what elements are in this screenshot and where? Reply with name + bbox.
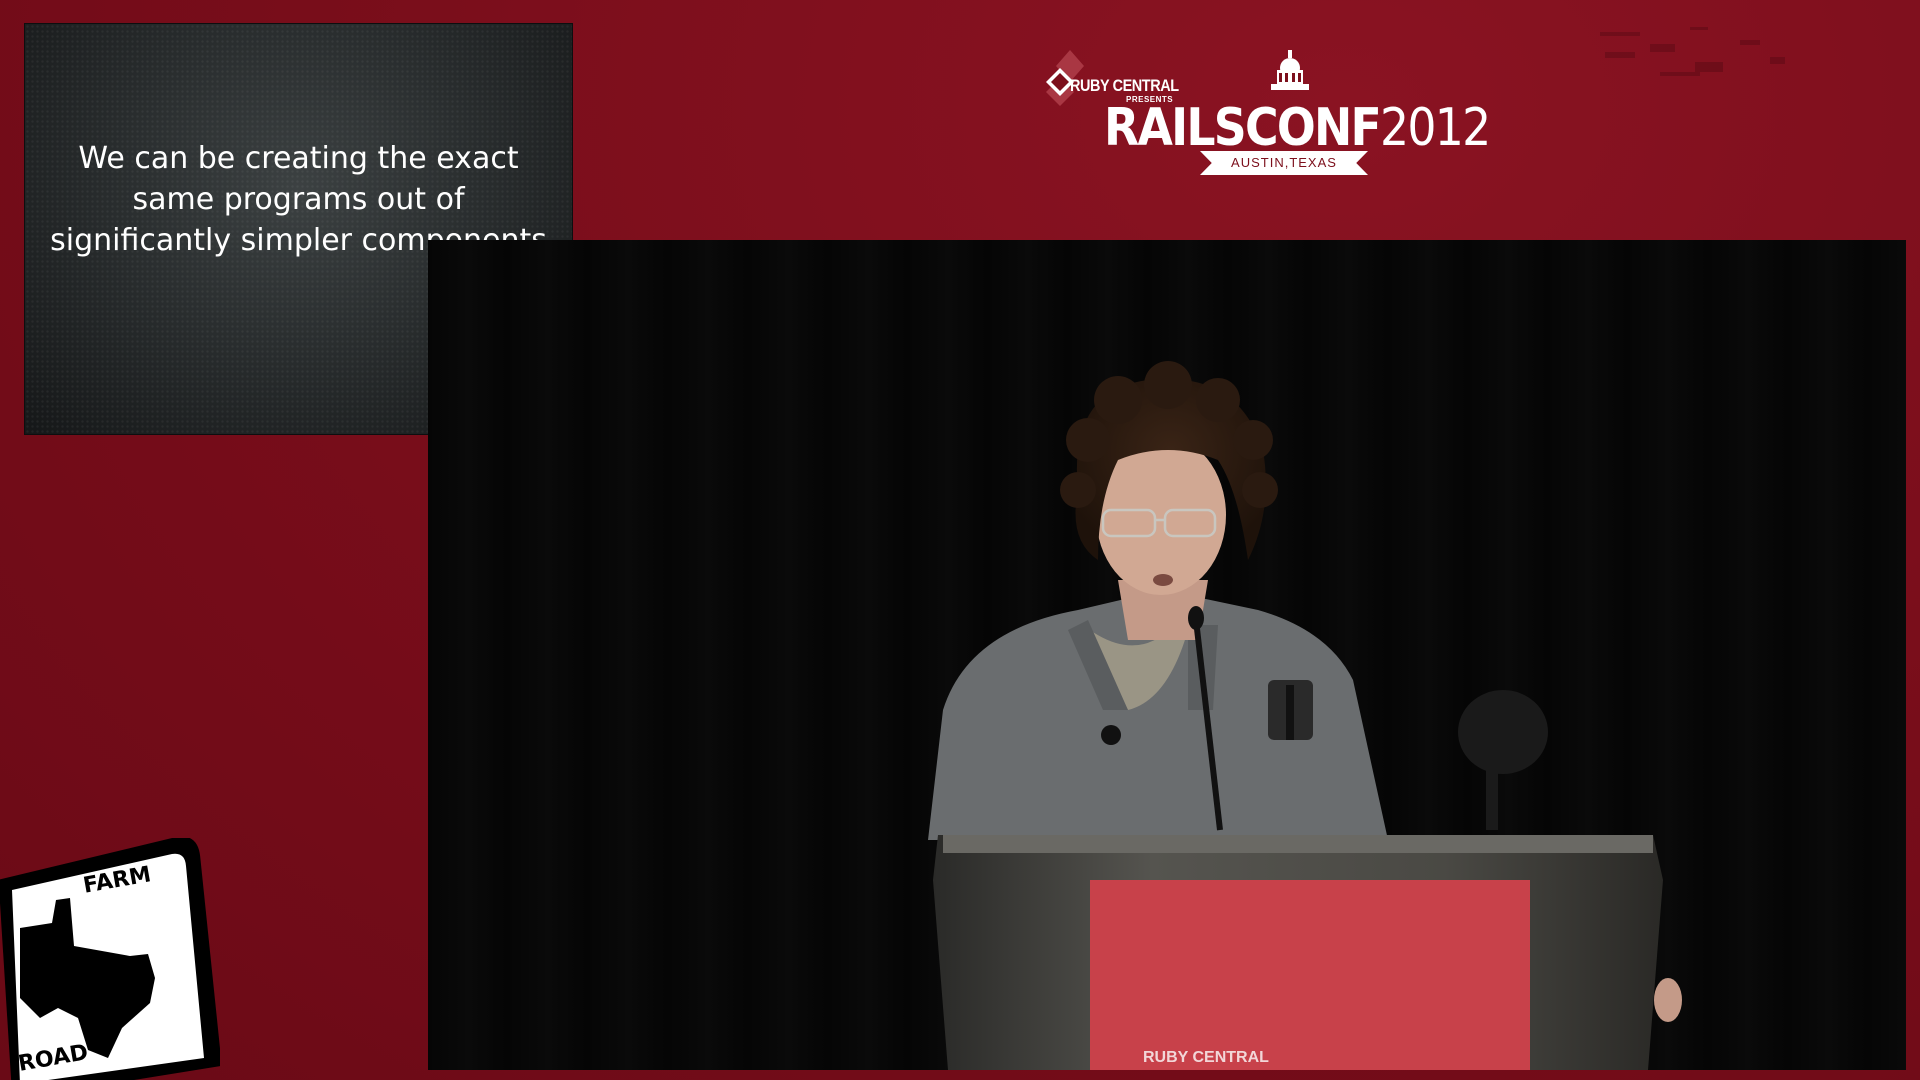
logo-title-year: 2012	[1380, 98, 1491, 158]
farm-road-shield: FARM ROAD	[0, 838, 220, 1080]
logo-presenter: RUBY CENTRAL	[1070, 76, 1179, 95]
speaker-video: RUBY CENTRAL	[428, 240, 1906, 1070]
podium-sign-text: RUBY CENTRAL	[1143, 1049, 1269, 1066]
grunge-texture	[1600, 27, 1785, 76]
logo-title: RAILSCONF2012	[1104, 98, 1491, 158]
logo-location-ribbon: AUSTIN,TEXAS	[1200, 151, 1368, 175]
conference-video-frame: We can be creating the exact same progra…	[0, 0, 1920, 1080]
speaker-scene: RUBY CENTRAL	[928, 361, 1682, 1070]
railsconf-logo: RUBY CENTRAL PRESENTS RAILSCONF2012 AUST…	[1040, 48, 1491, 188]
logo-title-main: RAILSCONF	[1104, 98, 1382, 158]
